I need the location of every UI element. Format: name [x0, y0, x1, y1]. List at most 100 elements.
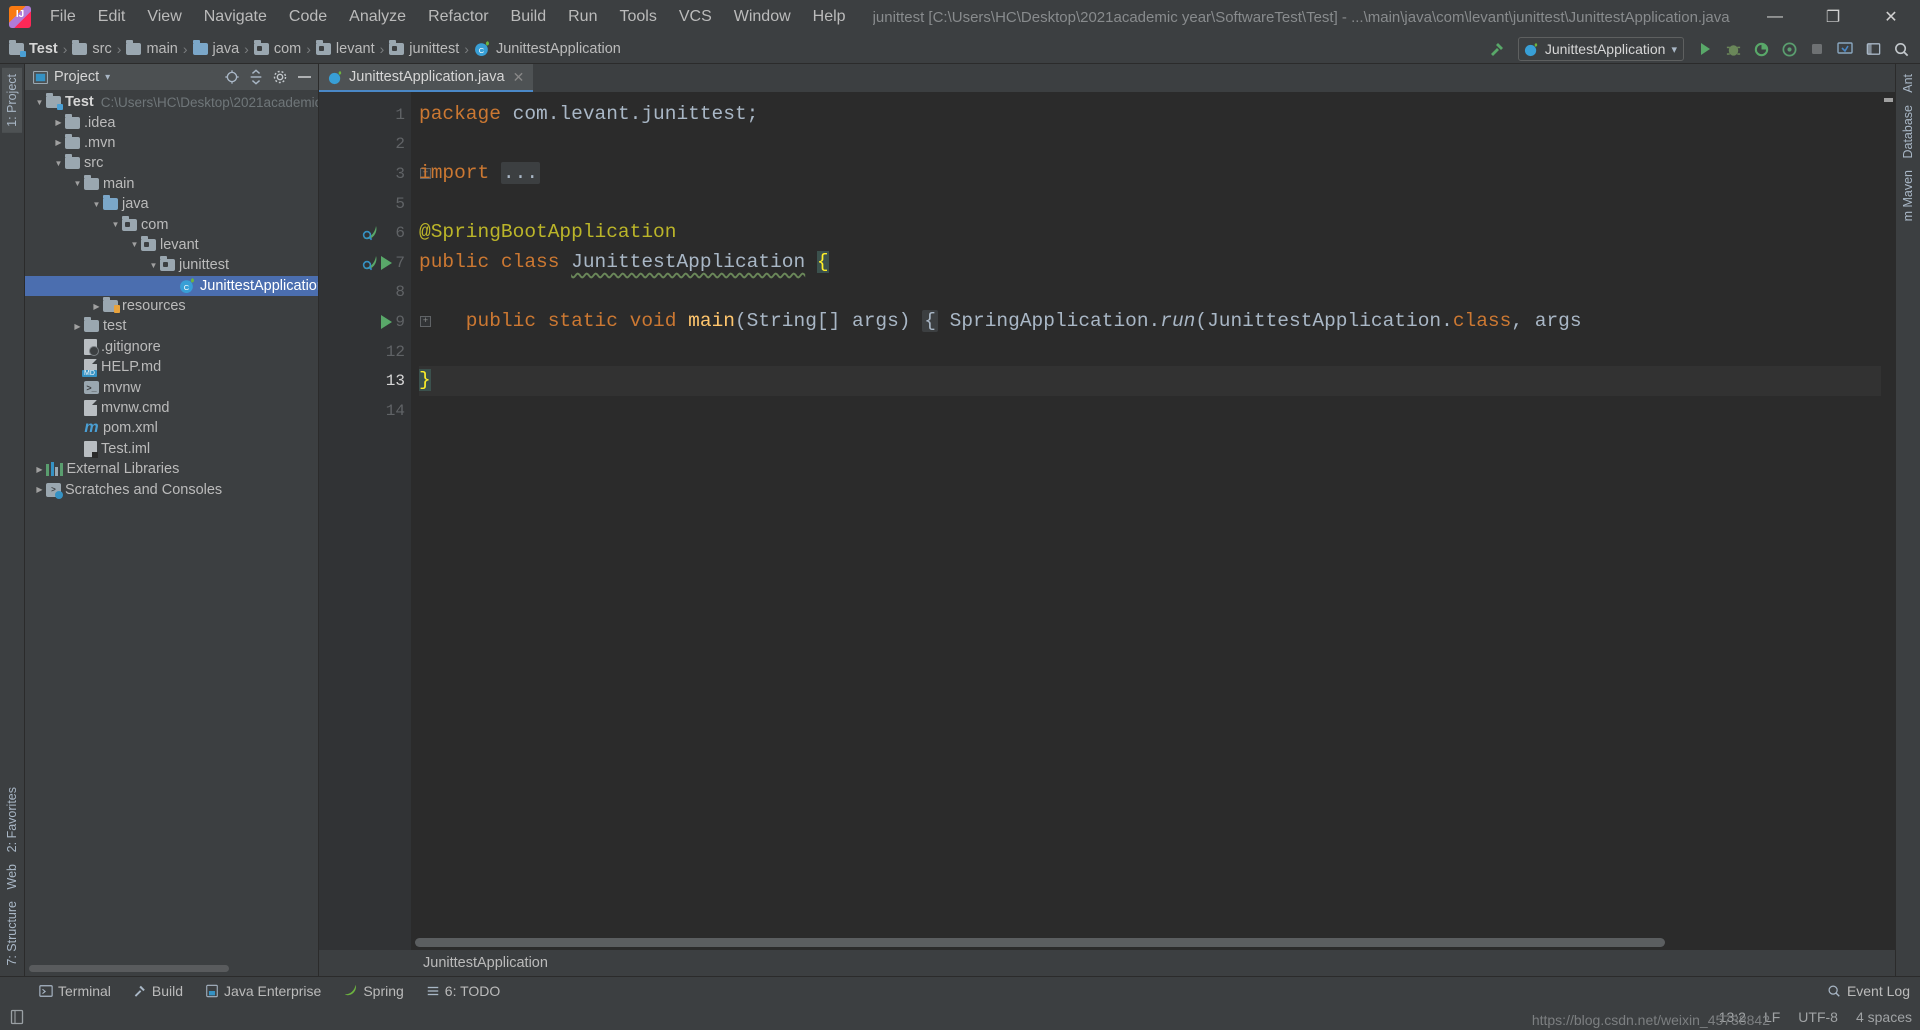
gutter-line-7[interactable]: 7	[319, 248, 411, 278]
update-running-application-icon[interactable]	[1832, 36, 1858, 62]
code-line-2[interactable]	[419, 130, 1881, 160]
gutter-line-3[interactable]: +3	[319, 159, 431, 189]
menu-item-build[interactable]: Build	[500, 4, 558, 30]
run-configuration-selector[interactable]: JunittestApplication ▾	[1517, 37, 1684, 61]
project-tree-horizontal-scrollbar[interactable]	[25, 962, 318, 976]
tree-node-test[interactable]: ▶ test	[25, 316, 318, 336]
toggle-toolbar-icon[interactable]	[10, 1009, 24, 1025]
event-log-button[interactable]: Event Log	[1827, 983, 1910, 999]
breadcrumb-item-java[interactable]: java	[190, 39, 243, 57]
breadcrumb-item-com[interactable]: com	[251, 39, 304, 57]
indent-setting[interactable]: 4 spaces	[1856, 1009, 1912, 1025]
tree-node-scratches-and-consoles[interactable]: ▶ > Scratches and Consoles	[25, 479, 318, 499]
bottom-tab-terminal[interactable]: Terminal	[30, 980, 120, 1002]
tree-node-junittestapplication[interactable]: C JunittestApplication	[25, 275, 318, 296]
gutter-line-6[interactable]: 6	[319, 218, 411, 248]
code-line-9[interactable]: public static void main(String[] args) {…	[419, 307, 1881, 337]
chevron-down-icon[interactable]: ▾	[105, 72, 110, 83]
project-tree[interactable]: ▼ Test C:\Users\HC\Desktop\2021academic y ▶…	[25, 90, 318, 962]
gutter-line-5[interactable]: 5	[319, 189, 411, 219]
chevron-down-icon[interactable]: ▼	[90, 200, 103, 209]
chevron-right-icon[interactable]: ▶	[71, 322, 84, 331]
breadcrumb-item-main[interactable]: main	[123, 39, 180, 57]
gutter-line-14[interactable]: 14	[319, 396, 411, 426]
minimize-button[interactable]: —	[1746, 0, 1804, 34]
maximize-button[interactable]: ❐	[1804, 0, 1862, 34]
tree-node-pom-xml[interactable]: m pom.xml	[25, 418, 318, 438]
gutter-line-13[interactable]: 13	[319, 366, 411, 396]
restore-layout-icon[interactable]	[1860, 36, 1886, 62]
menu-item-vcs[interactable]: VCS	[668, 4, 723, 30]
tool-window-database[interactable]: Database	[1898, 99, 1918, 165]
file-encoding[interactable]: UTF-8	[1798, 1009, 1838, 1025]
run-gutter-icon[interactable]	[381, 314, 392, 329]
tree-node-junittest[interactable]: ▼ junittest	[25, 255, 318, 275]
editor-marker-strip[interactable]	[1881, 92, 1895, 950]
chevron-down-icon[interactable]: ▼	[52, 159, 65, 168]
tree-node-main[interactable]: ▼ main	[25, 174, 318, 194]
code-line-5[interactable]	[419, 189, 1881, 219]
bottom-tab-java-enterprise[interactable]: Java Enterprise	[196, 980, 330, 1002]
chevron-down-icon[interactable]: ▼	[147, 261, 160, 270]
tree-node-mvnw-cmd[interactable]: mvnw.cmd	[25, 398, 318, 418]
tool-window-project[interactable]: 1: Project	[2, 68, 22, 133]
run-coverage-icon[interactable]	[1748, 36, 1774, 62]
tree-node--gitignore[interactable]: .gitignore	[25, 337, 318, 357]
chevron-down-icon[interactable]: ▼	[128, 240, 141, 249]
gutter-line-2[interactable]: 2	[319, 130, 411, 160]
editor-tab-junittestapplication[interactable]: JunittestApplication.java ✕	[319, 64, 534, 92]
code-line-7[interactable]: public class JunittestApplication {	[419, 248, 1881, 278]
stop-icon[interactable]	[1804, 36, 1830, 62]
spring-bean-gutter-icon[interactable]	[361, 254, 379, 272]
tree-node-external-libraries[interactable]: ▶ External Libraries	[25, 459, 318, 479]
code-line-14[interactable]	[419, 396, 1881, 426]
menu-item-file[interactable]: File	[39, 4, 87, 30]
tree-node-resources[interactable]: ▶ resources	[25, 296, 318, 316]
collapse-all-icon[interactable]	[246, 67, 266, 87]
menu-item-window[interactable]: Window	[723, 4, 802, 30]
tree-node-test-iml[interactable]: Test.iml	[25, 439, 318, 459]
select-opened-file-icon[interactable]	[222, 67, 242, 87]
bottom-tab-6-todo[interactable]: 6: TODO	[417, 980, 510, 1002]
profiler-icon[interactable]	[1776, 36, 1802, 62]
tool-window-favorites[interactable]: 2: Favorites	[2, 781, 22, 858]
tree-node-java[interactable]: ▼ java	[25, 194, 318, 214]
hide-panel-icon[interactable]	[294, 67, 314, 87]
tree-node-com[interactable]: ▼ com	[25, 214, 318, 234]
scrollbar-thumb[interactable]	[415, 938, 1665, 947]
breadcrumb-item-src[interactable]: src	[69, 39, 114, 57]
tree-node-src[interactable]: ▼ src	[25, 153, 318, 173]
menu-item-navigate[interactable]: Navigate	[193, 4, 278, 30]
chevron-down-icon[interactable]: ▼	[109, 220, 122, 229]
debug-icon[interactable]	[1720, 36, 1746, 62]
tree-node-mvnw[interactable]: >_ mvnw	[25, 377, 318, 397]
code-line-8[interactable]	[419, 278, 1881, 308]
run-icon[interactable]	[1692, 36, 1718, 62]
breadcrumb-item-test[interactable]: Test	[6, 39, 61, 57]
menu-item-refactor[interactable]: Refactor	[417, 4, 499, 30]
close-icon[interactable]: ✕	[511, 69, 527, 86]
gutter-line-1[interactable]: 1	[319, 100, 411, 130]
chevron-down-icon[interactable]: ▼	[33, 98, 46, 107]
chevron-down-icon[interactable]: ▼	[71, 179, 84, 188]
gutter-line-12[interactable]: 12	[319, 337, 411, 367]
tree-node--mvn[interactable]: ▶ .mvn	[25, 133, 318, 153]
tool-window-ant[interactable]: Ant	[1898, 68, 1918, 99]
tool-window-maven[interactable]: m Maven	[1898, 164, 1918, 227]
settings-gear-icon[interactable]	[270, 67, 290, 87]
search-everywhere-icon[interactable]	[1888, 36, 1914, 62]
menu-item-edit[interactable]: Edit	[87, 4, 137, 30]
build-icon[interactable]	[1484, 36, 1510, 62]
chevron-right-icon[interactable]: ▶	[33, 485, 46, 494]
tree-node--idea[interactable]: ▶ .idea	[25, 112, 318, 132]
breadcrumb-item-junittestapplication[interactable]: C JunittestApplication	[471, 40, 624, 57]
gutter-line-9[interactable]: +9	[319, 307, 431, 337]
breadcrumb-item-junittest[interactable]: junittest	[386, 39, 462, 57]
scrollbar-thumb[interactable]	[29, 965, 229, 972]
spring-bean-gutter-icon[interactable]	[361, 224, 379, 242]
menu-item-help[interactable]: Help	[802, 4, 857, 30]
chevron-right-icon[interactable]: ▶	[90, 302, 103, 311]
tree-node-test[interactable]: ▼ Test C:\Users\HC\Desktop\2021academic y	[25, 92, 318, 112]
close-button[interactable]: ✕	[1862, 0, 1920, 34]
tree-node-help-md[interactable]: MD HELP.md	[25, 357, 318, 378]
